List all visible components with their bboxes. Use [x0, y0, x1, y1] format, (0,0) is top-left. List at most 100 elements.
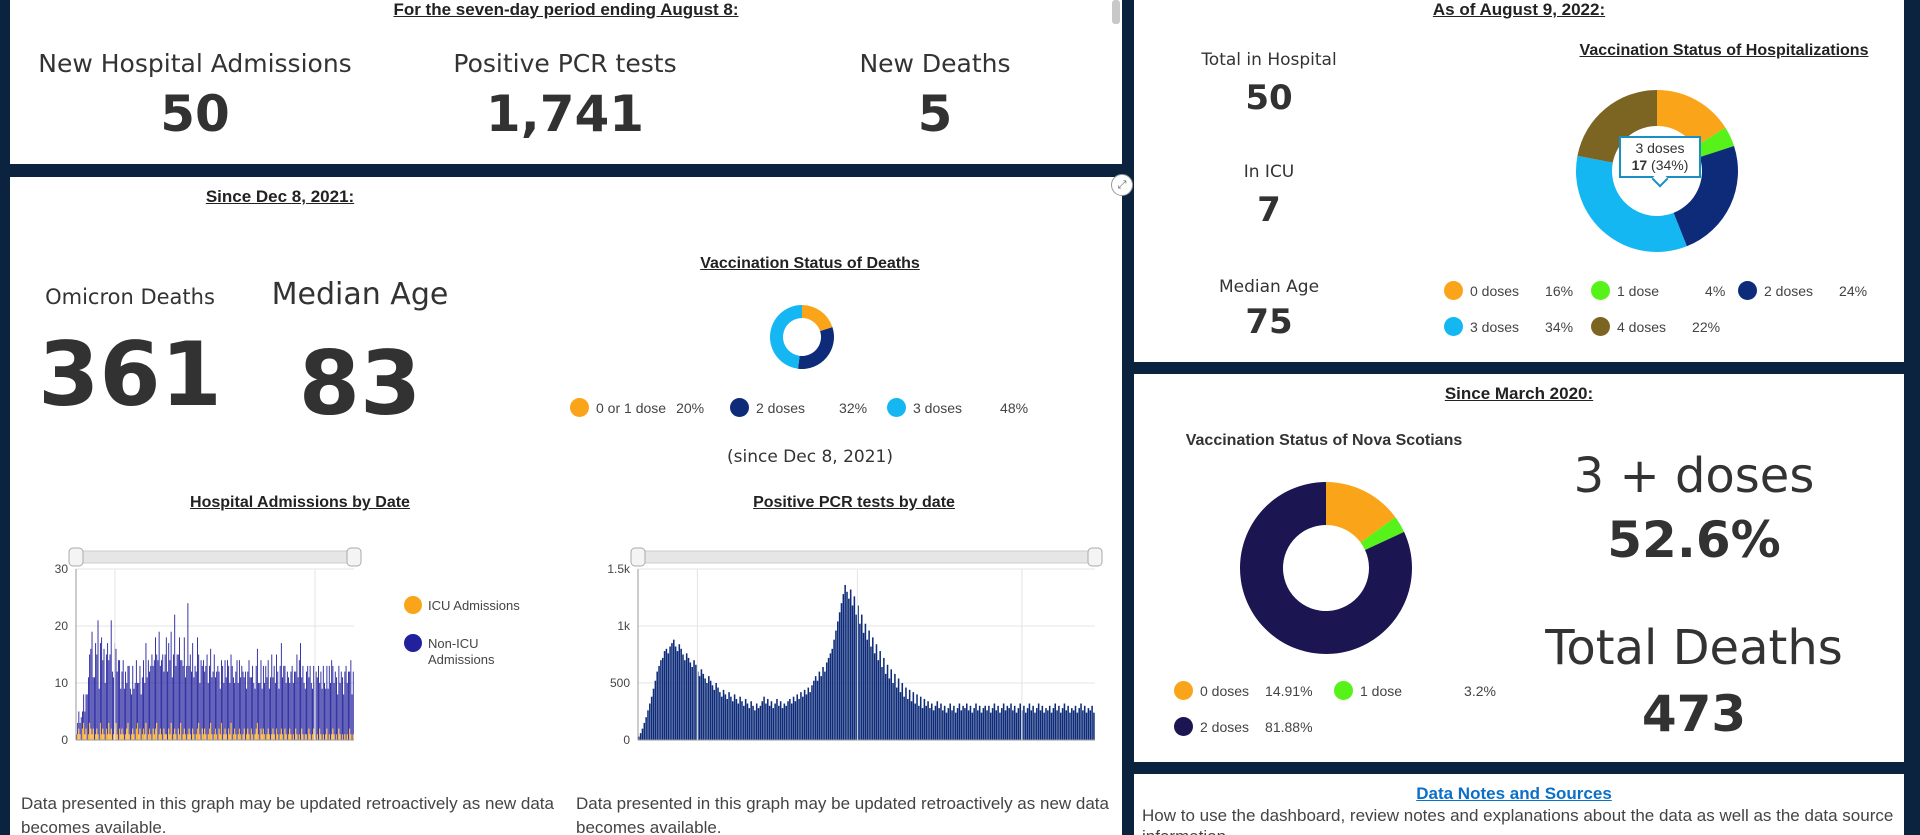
- range-slider-handle[interactable]: [346, 547, 362, 567]
- bar-icu-admissions[interactable]: [180, 722, 182, 740]
- bar-positive-pcr-tests[interactable]: [667, 653, 670, 740]
- bar-positive-pcr-tests[interactable]: [860, 614, 863, 740]
- bar-positive-pcr-tests[interactable]: [879, 651, 881, 740]
- bar-icu-admissions[interactable]: [209, 728, 210, 740]
- bar-positive-pcr-tests[interactable]: [645, 717, 647, 740]
- bar-non-icu-admissions[interactable]: [244, 671, 246, 740]
- bar-positive-pcr-tests[interactable]: [774, 703, 776, 740]
- bar-positive-pcr-tests[interactable]: [711, 685, 714, 740]
- bar-non-icu-admissions[interactable]: [348, 671, 349, 740]
- bar-positive-pcr-tests[interactable]: [658, 665, 660, 740]
- bar-positive-pcr-tests[interactable]: [739, 696, 741, 740]
- bar-icu-admissions[interactable]: [331, 734, 333, 740]
- bar-icu-admissions[interactable]: [182, 734, 184, 740]
- bar-non-icu-admissions[interactable]: [185, 677, 186, 735]
- bar-non-icu-admissions[interactable]: [296, 654, 298, 735]
- bar-non-icu-admissions[interactable]: [247, 671, 249, 729]
- bar-icu-admissions[interactable]: [203, 734, 204, 740]
- bar-icu-admissions[interactable]: [292, 734, 294, 740]
- bar-positive-pcr-tests[interactable]: [831, 648, 834, 740]
- bar-non-icu-admissions[interactable]: [321, 688, 323, 740]
- bar-icu-admissions[interactable]: [282, 734, 284, 740]
- bar-positive-pcr-tests[interactable]: [722, 689, 725, 740]
- bar-non-icu-admissions[interactable]: [162, 654, 164, 741]
- bar-icu-admissions[interactable]: [229, 734, 231, 740]
- bar-positive-pcr-tests[interactable]: [789, 698, 791, 740]
- bar-non-icu-admissions[interactable]: [313, 665, 315, 729]
- bar-icu-admissions[interactable]: [338, 728, 340, 740]
- bar-non-icu-admissions[interactable]: [337, 694, 339, 740]
- bar-icu-admissions[interactable]: [143, 728, 145, 740]
- bar-positive-pcr-tests[interactable]: [918, 705, 920, 740]
- bar-positive-pcr-tests[interactable]: [748, 708, 751, 740]
- bar-non-icu-admissions[interactable]: [192, 643, 194, 729]
- bar-positive-pcr-tests[interactable]: [671, 643, 673, 740]
- bar-positive-pcr-tests[interactable]: [993, 703, 996, 740]
- bar-non-icu-admissions[interactable]: [334, 671, 336, 740]
- bar-icu-admissions[interactable]: [288, 734, 289, 740]
- bar-icu-admissions[interactable]: [246, 734, 248, 740]
- bar-positive-pcr-tests[interactable]: [1006, 705, 1009, 740]
- bar-positive-pcr-tests[interactable]: [848, 598, 850, 740]
- bar-positive-pcr-tests[interactable]: [787, 701, 789, 740]
- bar-non-icu-admissions[interactable]: [89, 654, 91, 723]
- bar-icu-admissions[interactable]: [298, 734, 300, 740]
- bar-positive-pcr-tests[interactable]: [691, 667, 693, 740]
- bar-non-icu-admissions[interactable]: [168, 643, 170, 729]
- hosp-legend-4[interactable]: 4 doses 22%: [1591, 317, 1720, 336]
- bar-positive-pcr-tests[interactable]: [656, 671, 658, 740]
- bar-positive-pcr-tests[interactable]: [768, 705, 771, 740]
- bar-positive-pcr-tests[interactable]: [1043, 712, 1045, 740]
- bar-positive-pcr-tests[interactable]: [932, 710, 935, 740]
- bar-positive-pcr-tests[interactable]: [864, 623, 867, 740]
- bar-icu-admissions[interactable]: [177, 728, 179, 740]
- bar-icu-admissions[interactable]: [296, 734, 298, 740]
- bar-non-icu-admissions[interactable]: [278, 688, 280, 740]
- bar-non-icu-admissions[interactable]: [316, 677, 318, 735]
- bar-positive-pcr-tests[interactable]: [1048, 705, 1051, 740]
- bar-non-icu-admissions[interactable]: [85, 694, 87, 729]
- bar-positive-pcr-tests[interactable]: [647, 710, 649, 740]
- bar-non-icu-admissions[interactable]: [152, 665, 154, 729]
- bar-non-icu-admissions[interactable]: [256, 648, 258, 723]
- bar-positive-pcr-tests[interactable]: [895, 687, 898, 740]
- bar-icu-admissions[interactable]: [243, 728, 245, 740]
- bar-positive-pcr-tests[interactable]: [984, 705, 986, 740]
- bar-non-icu-admissions[interactable]: [218, 671, 220, 729]
- bar-non-icu-admissions[interactable]: [236, 660, 238, 740]
- bar-positive-pcr-tests[interactable]: [803, 689, 806, 740]
- bar-non-icu-admissions[interactable]: [235, 671, 237, 735]
- bar-non-icu-admissions[interactable]: [87, 677, 89, 735]
- bar-non-icu-admissions[interactable]: [211, 677, 213, 735]
- bar-icu-admissions[interactable]: [125, 734, 127, 740]
- bar-icu-admissions[interactable]: [302, 734, 304, 740]
- bar-non-icu-admissions[interactable]: [262, 665, 264, 729]
- bar-icu-admissions[interactable]: [250, 728, 252, 740]
- bar-non-icu-admissions[interactable]: [290, 671, 292, 735]
- bar-positive-pcr-tests[interactable]: [763, 696, 765, 740]
- bar-positive-pcr-tests[interactable]: [973, 708, 975, 740]
- bar-positive-pcr-tests[interactable]: [953, 705, 955, 740]
- bar-non-icu-admissions[interactable]: [228, 665, 230, 729]
- bar-positive-pcr-tests[interactable]: [744, 698, 747, 740]
- bar-non-icu-admissions[interactable]: [240, 677, 242, 735]
- bar-positive-pcr-tests[interactable]: [730, 696, 732, 740]
- bar-positive-pcr-tests[interactable]: [930, 703, 933, 740]
- bar-icu-admissions[interactable]: [150, 734, 152, 740]
- bar-positive-pcr-tests[interactable]: [1041, 705, 1044, 740]
- bar-icu-admissions[interactable]: [322, 734, 324, 740]
- bar-non-icu-admissions[interactable]: [188, 665, 190, 729]
- bar-positive-pcr-tests[interactable]: [1078, 708, 1080, 740]
- bar-positive-pcr-tests[interactable]: [989, 712, 992, 740]
- bar-positive-pcr-tests[interactable]: [919, 696, 922, 740]
- bar-non-icu-admissions[interactable]: [191, 671, 192, 740]
- ns-vacc-donut[interactable]: [1238, 480, 1414, 656]
- bar-icu-admissions[interactable]: [121, 728, 123, 740]
- bar-non-icu-admissions[interactable]: [343, 694, 345, 740]
- bar-positive-pcr-tests[interactable]: [783, 703, 786, 740]
- bar-non-icu-admissions[interactable]: [331, 660, 333, 735]
- bar-icu-admissions[interactable]: [204, 728, 206, 740]
- bar-non-icu-admissions[interactable]: [143, 660, 145, 729]
- bar-positive-pcr-tests[interactable]: [728, 692, 730, 740]
- bar-icu-admissions[interactable]: [267, 728, 269, 740]
